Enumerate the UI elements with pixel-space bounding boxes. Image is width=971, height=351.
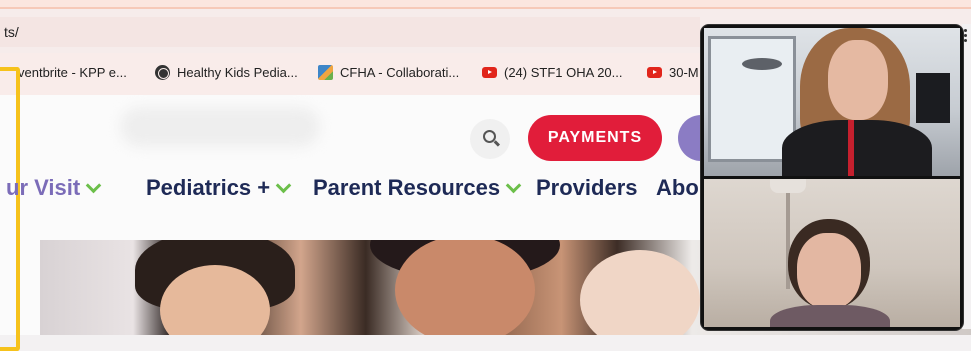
bookmark-cfha[interactable]: CFHA - Collaborati... [318,65,459,80]
nav-label: Providers [536,175,638,200]
nav-label: Pediatrics + [146,175,271,200]
search-button[interactable] [470,119,510,159]
url-text: ts/ [4,24,19,40]
bookmark-label: ventbrite - KPP e... [18,65,127,80]
bookmark-label: 30-M [669,65,699,80]
bookmark-stf1-oha[interactable]: (24) STF1 OHA 20... [482,65,623,80]
chevron-down-icon [275,177,292,194]
participant-video-1 [704,28,960,176]
cfha-logo-icon [318,65,333,80]
nav-label: ur Visit [6,175,81,200]
payments-button[interactable]: PAYMENTS [528,115,662,161]
nav-item-pediatrics[interactable]: Pediatrics + [146,175,292,201]
bookmark-eventbrite[interactable]: ventbrite - KPP e... [18,65,127,80]
address-bar[interactable]: ts/ [0,17,700,47]
nav-item-providers[interactable]: Providers [536,175,638,201]
globe-icon [155,65,170,80]
video-call-overlay[interactable] [700,24,964,331]
chevron-down-icon [85,177,102,194]
highlight-box [0,67,20,351]
nav-item-your-visit[interactable]: ur Visit [6,175,102,201]
top-strip [0,0,971,9]
bookmark-healthy-kids[interactable]: Healthy Kids Pedia... [155,65,298,80]
nav-label: Parent Resources [313,175,501,200]
youtube-icon [647,67,662,78]
bookmark-30m[interactable]: 30-M [647,65,699,80]
site-logo-blurred [120,107,320,147]
bookmark-label: Healthy Kids Pedia... [177,65,298,80]
youtube-icon [482,67,497,78]
participant-video-2 [704,179,960,327]
nav-item-parent-resources[interactable]: Parent Resources [313,175,522,201]
bookmark-label: CFHA - Collaborati... [340,65,460,80]
chevron-down-icon [505,177,522,194]
bookmark-label: (24) STF1 OHA 20... [504,65,623,80]
more-options-icon[interactable] [964,27,967,44]
